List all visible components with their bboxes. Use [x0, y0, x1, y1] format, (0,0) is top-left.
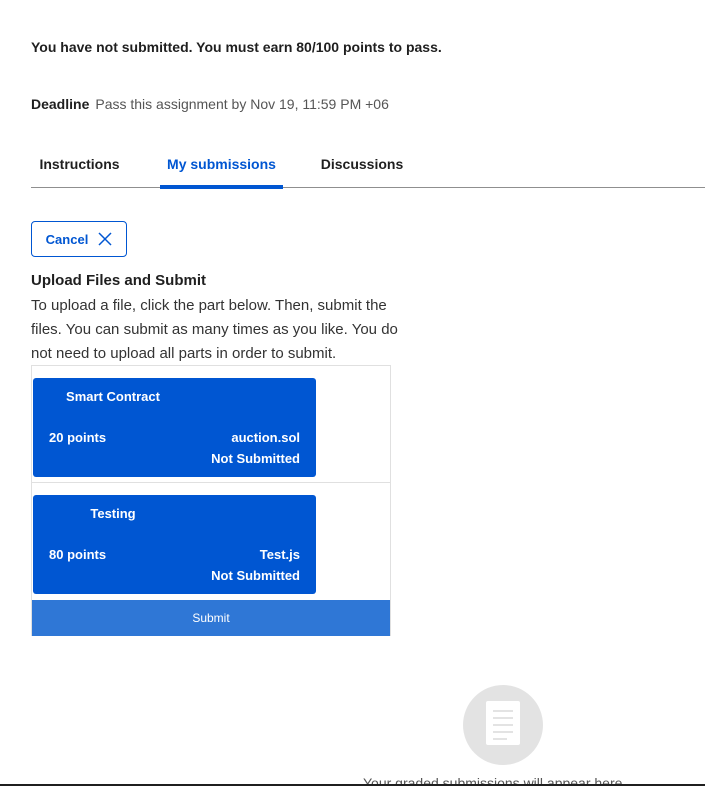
cancel-button-label: Cancel [45, 231, 89, 247]
submission-parts-panel: Smart Contract 20 points auction.sol Not… [31, 365, 391, 636]
upload-section-title: Upload Files and Submit [31, 272, 207, 289]
tab-my-submissions[interactable]: My submissions [160, 140, 283, 189]
deadline-line: Deadline Pass this assignment by Nov 19, … [31, 96, 389, 112]
submission-status-message: You have not submitted. You must earn 80… [31, 39, 442, 55]
part-row: Smart Contract 20 points auction.sol Not… [32, 366, 390, 483]
part-title: Testing [90, 506, 136, 521]
assignment-page: You have not submitted. You must earn 80… [0, 0, 705, 786]
tab-discussions[interactable]: Discussions [314, 140, 410, 188]
submit-button[interactable]: Submit [32, 600, 390, 636]
part-points: 80 points [49, 547, 107, 562]
part-status: Not Submitted [211, 568, 300, 583]
deadline-text: Pass this assignment by Nov 19, 11:59 PM… [95, 96, 389, 112]
deadline-label: Deadline [31, 96, 90, 112]
part-card-smart-contract[interactable]: Smart Contract 20 points auction.sol Not… [33, 378, 316, 477]
part-points: 20 points [49, 430, 107, 445]
close-icon [98, 232, 112, 246]
cancel-button[interactable]: Cancel [31, 221, 127, 257]
part-title: Smart Contract [66, 389, 160, 404]
part-row: Testing 80 points Test.js Not Submitted [32, 483, 390, 600]
part-card-testing[interactable]: Testing 80 points Test.js Not Submitted [33, 495, 316, 594]
assignment-tabs: Instructions My submissions Discussions [31, 140, 705, 189]
document-icon [483, 699, 523, 752]
part-filename: auction.sol [231, 430, 300, 445]
tab-instructions[interactable]: Instructions [31, 140, 128, 188]
part-filename: Test.js [259, 547, 300, 562]
upload-instructions: To upload a file, click the part below. … [31, 297, 398, 362]
empty-state-illustration [463, 685, 543, 765]
part-status: Not Submitted [211, 451, 300, 466]
